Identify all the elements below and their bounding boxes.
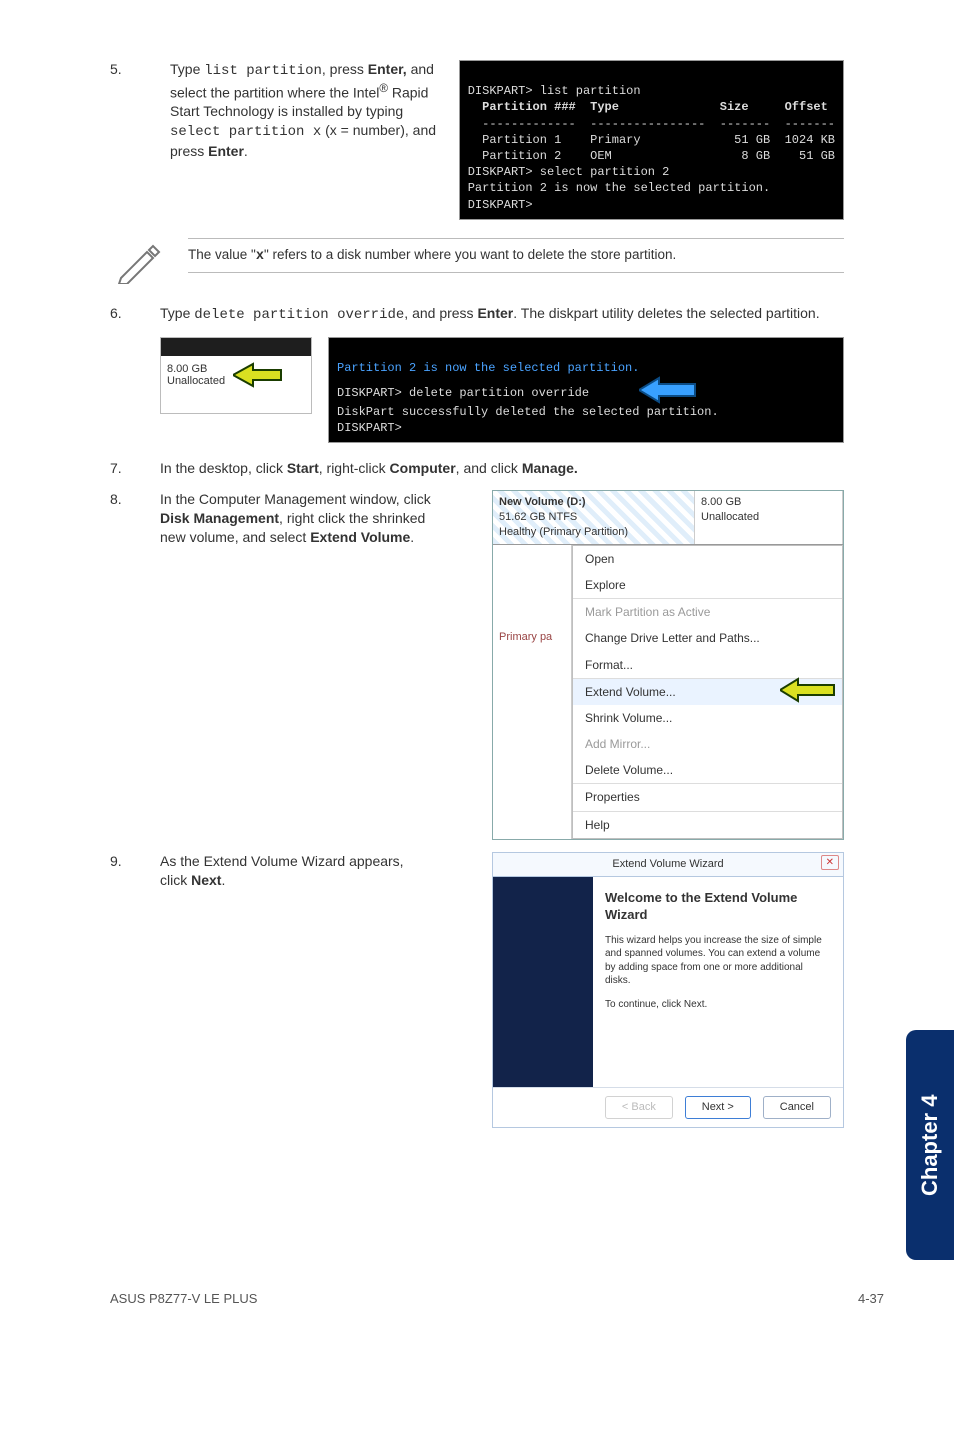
menu-delete-volume[interactable]: Delete Volume... (573, 757, 842, 783)
arrow-left-icon (233, 362, 283, 388)
step-number: 7. (110, 459, 160, 478)
step-7: 7. In the desktop, click Start, right-cl… (110, 459, 844, 478)
menu-explore[interactable]: Explore (573, 572, 842, 598)
cmd-list-partition: list partition (204, 63, 322, 79)
chapter-tab: Chapter 4 (906, 1030, 954, 1260)
disk-unallocated-block: 8.00 GB Unallocated (160, 337, 312, 414)
extend-volume-wizard: Extend Volume Wizard ✕ Welcome to the Ex… (492, 852, 844, 1128)
step-body: In the Computer Management window, click… (160, 490, 440, 840)
terminal-output-2: Partition 2 is now the selected partitio… (328, 337, 844, 444)
arrow-left-icon (780, 677, 836, 703)
step-9: 9. As the Extend Volume Wizard appears, … (110, 852, 844, 1128)
cmd-delete-override: delete partition override (194, 307, 404, 323)
step-number: 5. (110, 60, 160, 220)
cmd-select-partition: select partition x (170, 124, 321, 140)
back-button: < Back (605, 1096, 673, 1119)
step-body: Type list partition, press Enter, and se… (170, 60, 449, 220)
step-body: In the desktop, click Start, right-click… (160, 459, 844, 478)
step-8: 8. In the Computer Management window, cl… (110, 490, 844, 840)
step6-illustration: 8.00 GB Unallocated Partition 2 is now t… (160, 337, 844, 444)
step-number: 6. (110, 304, 160, 325)
menu-add-mirror: Add Mirror... (573, 731, 842, 757)
footer-model: ASUS P8Z77-V LE PLUS (110, 1291, 257, 1306)
context-menu-panel: New Volume (D:) 51.62 GB NTFS Healthy (P… (492, 490, 844, 840)
menu-change-letter[interactable]: Change Drive Letter and Paths... (573, 625, 842, 651)
volume-title: New Volume (D:) (499, 496, 586, 508)
menu-help[interactable]: Help (573, 811, 842, 838)
terminal-output-1: DISKPART> list partition Partition ### T… (459, 60, 844, 220)
menu-shrink-volume[interactable]: Shrink Volume... (573, 705, 842, 731)
wizard-heading: Welcome to the Extend Volume Wizard (605, 889, 831, 924)
wizard-desc: This wizard helps you increase the size … (605, 934, 831, 988)
context-menu: Open Explore Mark Partition as Active Ch… (572, 545, 843, 839)
arrow-left-icon (639, 376, 697, 404)
step-5: 5. Type list partition, press Enter, and… (110, 60, 844, 220)
step-number: 8. (110, 490, 160, 507)
step-number: 9. (110, 852, 160, 869)
wizard-frame-title: Extend Volume Wizard (612, 858, 723, 870)
menu-properties[interactable]: Properties (573, 783, 842, 810)
close-icon[interactable]: ✕ (821, 855, 839, 871)
step-body: As the Extend Volume Wizard appears, cli… (160, 852, 430, 1128)
wizard-continue: To continue, click Next. (605, 998, 831, 1012)
step-6: 6. Type delete partition override, and p… (110, 304, 844, 325)
menu-mark-active: Mark Partition as Active (573, 598, 842, 625)
wizard-sidebar-graphic (493, 877, 593, 1087)
note-text: The value "x" refers to a disk number wh… (188, 238, 844, 273)
menu-extend-volume[interactable]: Extend Volume... (573, 678, 842, 705)
pencil-icon (110, 238, 170, 284)
menu-format[interactable]: Format... (573, 652, 842, 678)
note-callout: The value "x" refers to a disk number wh… (110, 238, 844, 284)
footer-page: 4-37 (858, 1291, 884, 1306)
side-label: Primary pa (493, 625, 571, 650)
step-body: Type delete partition override, and pres… (160, 304, 844, 325)
cancel-button[interactable]: Cancel (763, 1096, 831, 1119)
page-footer: ASUS P8Z77-V LE PLUS 4-37 (110, 1291, 884, 1306)
next-button[interactable]: Next > (685, 1096, 751, 1119)
menu-open[interactable]: Open (573, 546, 842, 572)
